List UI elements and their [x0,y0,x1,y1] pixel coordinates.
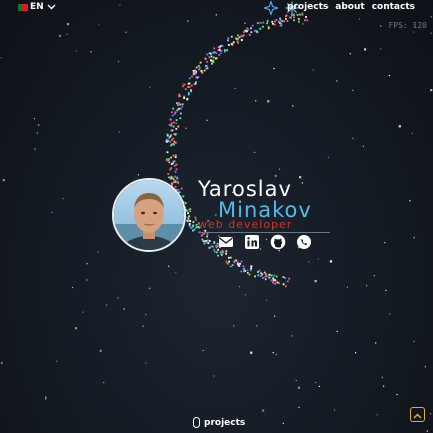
language-selector[interactable]: EN [18,2,56,12]
scroll-to-projects[interactable]: projects [193,417,245,428]
chevron-down-icon [47,3,56,12]
scroll-to-top-button[interactable] [410,407,425,422]
top-bar: EN projects about contacts [0,0,433,17]
role-title: web developer [198,218,293,231]
linkedin-icon[interactable] [244,234,260,250]
sparkle-icon[interactable] [262,0,280,17]
mouse-icon [193,417,200,428]
github-icon[interactable] [270,234,286,250]
main-nav: projects about contacts [287,2,415,12]
fps-counter: FPS: 120 [388,21,427,30]
nav-about[interactable]: about [335,2,364,12]
avatar [112,178,186,252]
divider [198,232,330,233]
flag-icon [18,3,28,11]
social-links [218,234,312,250]
star-field-canvas [0,4,433,432]
whatsapp-icon[interactable] [296,234,312,250]
nav-contacts[interactable]: contacts [372,2,415,12]
nav-projects[interactable]: projects [287,2,328,12]
projects-link-label: projects [204,417,246,428]
arrow-up-icon [413,413,422,419]
mail-icon[interactable] [218,234,234,250]
language-label: EN [30,2,44,12]
